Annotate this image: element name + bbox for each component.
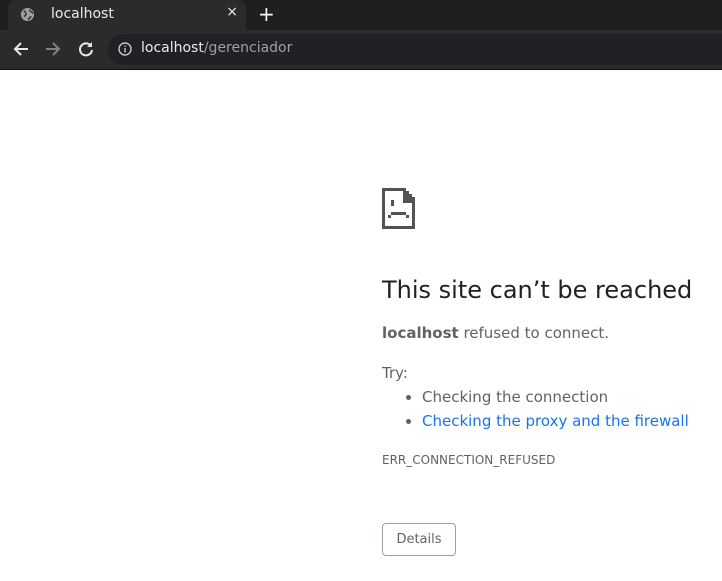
tab-localhost[interactable]: localhost × [8,0,246,30]
tab-strip: localhost × + [0,0,722,30]
back-arrow-icon[interactable] [12,40,30,58]
error-message: localhost refused to connect. [382,324,610,342]
error-heading: This site can’t be reached [382,276,693,304]
info-icon[interactable] [118,42,132,56]
globe-icon [20,7,35,22]
reload-icon[interactable] [77,40,95,58]
tab-title: localhost [51,6,114,22]
suggestion-check-connection: Checking the connection [422,387,689,411]
try-label: Try: [382,364,408,382]
new-tab-button[interactable]: + [258,2,275,26]
address-bar[interactable]: localhost/gerenciador [108,34,722,65]
toolbar: localhost/gerenciador [0,30,722,70]
suggestion-check-proxy: Checking the proxy and the firewall [422,411,689,435]
close-tab-icon[interactable]: × [226,4,238,20]
url-text[interactable]: localhost/gerenciador [141,40,292,56]
details-button[interactable]: Details [382,523,456,556]
forward-arrow-icon[interactable] [44,40,62,58]
error-code: ERR_CONNECTION_REFUSED [382,453,556,467]
suggestion-list: Checking the connection Checking the pro… [402,387,689,435]
sad-page-icon [382,188,415,229]
check-proxy-link[interactable]: Checking the proxy and the firewall [422,412,689,430]
